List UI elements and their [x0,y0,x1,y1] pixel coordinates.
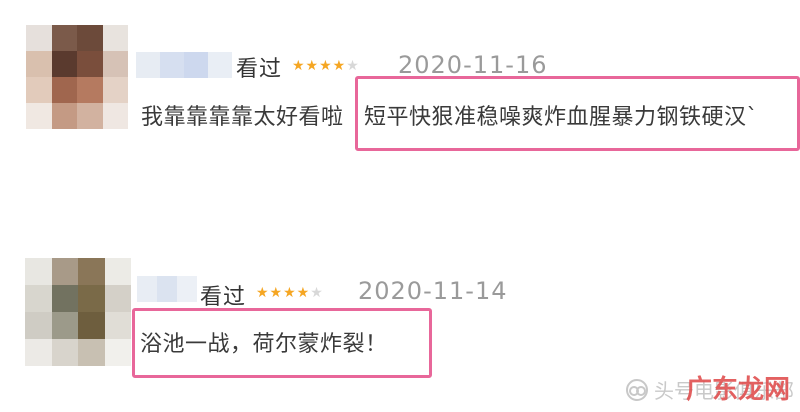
watermark: 头号电影俱乐部 广东龙网 [626,375,794,405]
username-blurred[interactable] [136,52,232,78]
star-empty-icon: ★ [310,285,324,301]
username-blurred[interactable] [137,276,197,302]
review-date: 2020-11-16 [398,51,548,79]
watched-status: 看过 [200,285,247,310]
watermark-site: 广东龙网 [685,375,790,405]
wechat-icon [626,378,648,401]
rating-stars: ★★★★★ [292,58,360,74]
avatar[interactable] [25,258,131,366]
review-comment-highlight: 短平快狠准稳噪爽炸血腥暴力钢铁硬汉` [364,105,759,130]
review-date: 2020-11-14 [358,277,508,305]
review-item: 看过 ★★★★★ 2020-11-16 我靠靠靠靠太好看啦 短平快狠准稳噪爽炸血… [0,0,800,175]
avatar[interactable] [26,25,128,129]
watched-status: 看过 [236,57,283,82]
rating-stars: ★★★★★ [256,285,324,301]
star-filled-icon: ★★★★ [256,285,311,301]
star-filled-icon: ★★★★ [292,58,347,74]
star-empty-icon: ★ [346,58,360,74]
review-comment-prefix: 我靠靠靠靠太好看啦 [141,105,344,130]
review-comment-highlight: 浴池一战，荷尔蒙炸裂！ [140,332,388,357]
